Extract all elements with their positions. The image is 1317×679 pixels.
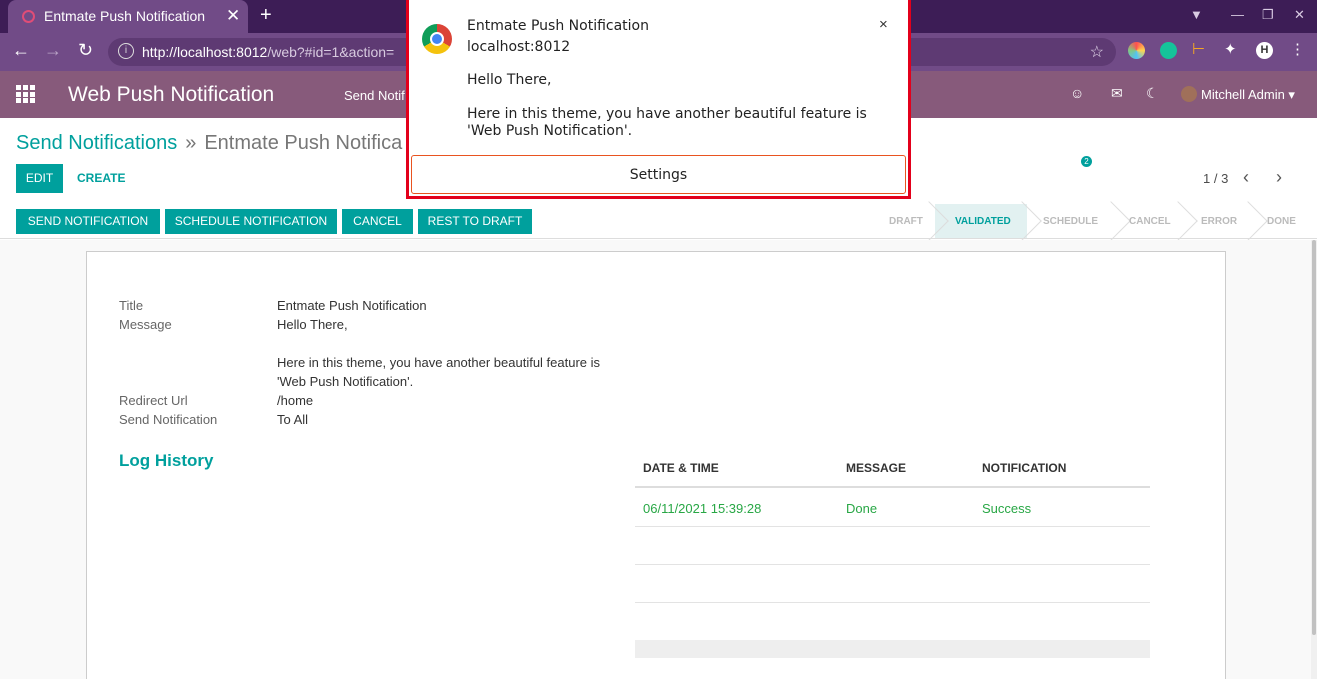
messaging-icon[interactable]: ✉: [1111, 85, 1123, 102]
log-row-message[interactable]: Done: [846, 501, 877, 516]
redirect-url-label: Redirect Url: [119, 393, 188, 408]
tab-search-icon[interactable]: ▼: [1190, 7, 1203, 22]
activity-count-badge: 2: [1081, 156, 1092, 167]
table-row-divider: [635, 602, 1150, 603]
profile-h-icon[interactable]: H: [1256, 42, 1273, 59]
browser-menu-icon[interactable]: ⋮: [1290, 40, 1307, 58]
create-button[interactable]: CREATE: [77, 171, 125, 185]
table-row-divider: [635, 526, 1150, 527]
new-tab-button[interactable]: +: [260, 4, 272, 27]
log-history-title: Log History: [119, 451, 214, 470]
log-row-datetime[interactable]: 06/11/2021 15:39:28: [643, 501, 761, 516]
page-scrollbar-thumb[interactable]: [1312, 240, 1316, 635]
stage-separator: [1158, 201, 1198, 241]
url-text: http://localhost:8012/web?#id=1&action=: [142, 44, 395, 60]
column-header-message[interactable]: MESSAGE: [846, 461, 906, 475]
notification-message-line1: Hello There,: [467, 72, 552, 88]
breadcrumb-current: Entmate Push Notifica: [204, 132, 403, 154]
send-notification-label: Send Notification: [119, 412, 218, 427]
forward-icon[interactable]: →: [44, 40, 62, 61]
column-header-datetime[interactable]: DATE & TIME: [643, 461, 719, 475]
notification-settings-button[interactable]: Settings: [411, 155, 906, 194]
color-extension-icon[interactable]: [1128, 42, 1145, 59]
stage-schedule[interactable]: SCHEDULE: [1043, 216, 1098, 227]
tab-favicon-icon: [22, 10, 35, 23]
send-notification-button[interactable]: SEND NOTIFICATION: [16, 209, 160, 234]
apps-grid-icon[interactable]: [16, 85, 36, 103]
user-avatar[interactable]: [1181, 86, 1197, 102]
reset-to-draft-button[interactable]: REST TO DRAFT: [418, 209, 532, 234]
minimize-icon[interactable]: —: [1231, 7, 1244, 22]
notification-title: Entmate Push Notification: [467, 18, 649, 34]
cancel-button[interactable]: CANCEL: [342, 209, 413, 234]
status-bar: SEND NOTIFICATION SCHEDULE NOTIFICATION …: [0, 201, 1317, 241]
pager-previous-icon[interactable]: ‹: [1243, 167, 1249, 188]
message-value-line1[interactable]: Hello There,: [277, 317, 348, 332]
schedule-notification-button[interactable]: SCHEDULE NOTIFICATION: [165, 209, 337, 234]
edit-button[interactable]: EDIT: [16, 164, 63, 193]
table-footer: [635, 640, 1150, 658]
grammarly-icon[interactable]: [1160, 42, 1177, 59]
tab-close-icon[interactable]: ✕: [226, 6, 240, 26]
message-label: Message: [119, 317, 172, 332]
extensions-puzzle-icon[interactable]: ✦: [1224, 40, 1241, 58]
log-row-notification[interactable]: Success: [982, 501, 1031, 516]
breadcrumb-parent-link[interactable]: Send Notifications: [16, 132, 177, 154]
user-menu[interactable]: Mitchell Admin ▾: [1201, 87, 1295, 103]
stage-separator: [1091, 201, 1131, 241]
table-header-divider: [635, 486, 1150, 488]
back-icon[interactable]: ←: [12, 40, 30, 61]
reload-icon[interactable]: ↻: [78, 40, 93, 61]
stage-separator: [1228, 201, 1268, 241]
app-title[interactable]: Web Push Notification: [68, 83, 274, 107]
browser-tab[interactable]: Entmate Push Notification ✕: [8, 0, 248, 33]
breadcrumb-separator: »: [185, 132, 197, 154]
title-label: Title: [119, 298, 144, 313]
message-value-line3[interactable]: 'Web Push Notification'.: [277, 374, 413, 389]
close-window-icon[interactable]: ✕: [1294, 7, 1305, 23]
tab-title: Entmate Push Notification: [44, 8, 206, 24]
chrome-logo-icon: [422, 24, 452, 54]
column-header-notification[interactable]: NOTIFICATION: [982, 461, 1066, 475]
ruler-extension-icon[interactable]: ⊢: [1192, 40, 1209, 58]
restore-icon[interactable]: ❐: [1262, 7, 1274, 23]
stage-done[interactable]: DONE: [1267, 216, 1296, 227]
notification-close-icon[interactable]: ×: [879, 16, 888, 33]
message-value-line2[interactable]: Here in this theme, you have another bea…: [277, 355, 600, 370]
activity-icon[interactable]: ☺: [1070, 85, 1084, 101]
table-row-divider: [635, 564, 1150, 565]
site-info-icon[interactable]: i: [118, 43, 134, 59]
pager-value[interactable]: 1 / 3: [1203, 171, 1228, 186]
breadcrumb: Send Notifications » Entmate Push Notifica: [16, 132, 402, 155]
title-value[interactable]: Entmate Push Notification: [277, 298, 427, 313]
notification-message-line2: Here in this theme, you have another bea…: [467, 106, 867, 139]
notification-origin: localhost:8012: [467, 39, 571, 55]
dark-mode-moon-icon[interactable]: ☾: [1146, 85, 1159, 102]
pager-next-icon[interactable]: ›: [1276, 167, 1282, 188]
send-notification-value[interactable]: To All: [277, 412, 308, 427]
bookmark-star-icon[interactable]: ☆: [1090, 42, 1104, 62]
redirect-url-value[interactable]: /home: [277, 393, 313, 408]
menu-send-notifications[interactable]: Send Notif: [344, 88, 405, 103]
